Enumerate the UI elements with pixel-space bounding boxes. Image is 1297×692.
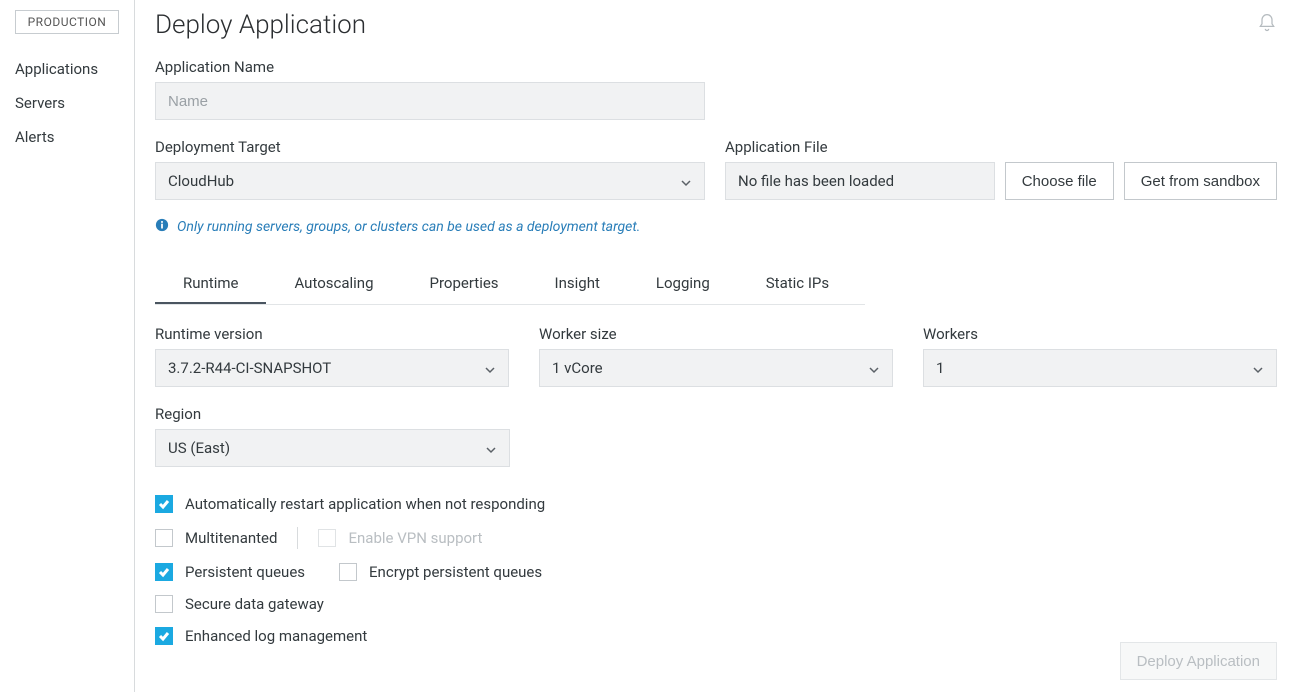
- region-select[interactable]: US (East): [155, 429, 510, 467]
- encrypt-queues-checkbox[interactable]: [339, 563, 357, 581]
- info-text: Only running servers, groups, or cluster…: [177, 219, 640, 235]
- secure-gateway-label: Secure data gateway: [185, 595, 324, 613]
- region-label: Region: [155, 405, 510, 423]
- bell-icon[interactable]: [1257, 13, 1277, 37]
- sidebar: PRODUCTION Applications Servers Alerts: [0, 0, 135, 692]
- tab-static-ips[interactable]: Static IPs: [738, 264, 857, 304]
- deploy-application-button[interactable]: Deploy Application: [1120, 642, 1277, 680]
- get-from-sandbox-button[interactable]: Get from sandbox: [1124, 162, 1277, 200]
- chevron-down-icon: [1252, 362, 1264, 374]
- app-name-label: Application Name: [155, 58, 1277, 76]
- choose-file-button[interactable]: Choose file: [1005, 162, 1114, 200]
- worker-size-select[interactable]: 1 vCore: [539, 349, 893, 387]
- persistent-queues-label: Persistent queues: [185, 563, 305, 581]
- tab-logging[interactable]: Logging: [628, 264, 738, 304]
- auto-restart-checkbox[interactable]: [155, 495, 173, 513]
- separator: [297, 527, 298, 549]
- workers-select[interactable]: 1: [923, 349, 1277, 387]
- app-file-label: Application File: [725, 138, 1277, 156]
- runtime-version-label: Runtime version: [155, 325, 509, 343]
- workers-value: 1: [936, 359, 944, 377]
- tab-insight[interactable]: Insight: [527, 264, 628, 304]
- multitenanted-checkbox[interactable]: [155, 529, 173, 547]
- tab-runtime[interactable]: Runtime: [155, 264, 266, 304]
- region-value: US (East): [168, 439, 230, 457]
- info-icon: [155, 218, 169, 236]
- chevron-down-icon: [485, 442, 497, 454]
- main-content: Deploy Application Application Name Depl…: [135, 0, 1297, 692]
- environment-badge[interactable]: PRODUCTION: [15, 10, 119, 34]
- chevron-down-icon: [680, 175, 692, 187]
- persistent-queues-checkbox[interactable]: [155, 563, 173, 581]
- encrypt-queues-label: Encrypt persistent queues: [369, 563, 542, 581]
- deploy-target-label: Deployment Target: [155, 138, 705, 156]
- vpn-label: Enable VPN support: [348, 529, 482, 547]
- chevron-down-icon: [868, 362, 880, 374]
- sidebar-item-alerts[interactable]: Alerts: [15, 120, 119, 154]
- workers-label: Workers: [923, 325, 1277, 343]
- vpn-checkbox: [318, 529, 336, 547]
- deploy-target-value: CloudHub: [168, 172, 234, 190]
- chevron-down-icon: [484, 362, 496, 374]
- app-file-box: No file has been loaded: [725, 162, 995, 200]
- deploy-target-select[interactable]: CloudHub: [155, 162, 705, 200]
- tab-properties[interactable]: Properties: [402, 264, 527, 304]
- enhanced-log-label: Enhanced log management: [185, 627, 367, 645]
- app-name-input[interactable]: [155, 82, 705, 120]
- multitenanted-label: Multitenanted: [185, 529, 277, 547]
- worker-size-value: 1 vCore: [552, 359, 603, 377]
- page-title: Deploy Application: [155, 10, 366, 40]
- sidebar-item-servers[interactable]: Servers: [15, 86, 119, 120]
- app-file-value: No file has been loaded: [738, 172, 894, 190]
- runtime-version-select[interactable]: 3.7.2-R44-CI-SNAPSHOT: [155, 349, 509, 387]
- tab-autoscaling[interactable]: Autoscaling: [266, 264, 401, 304]
- deploy-target-info: Only running servers, groups, or cluster…: [155, 218, 1277, 236]
- sidebar-item-applications[interactable]: Applications: [15, 52, 119, 86]
- tabs: Runtime Autoscaling Properties Insight L…: [155, 264, 865, 305]
- auto-restart-label: Automatically restart application when n…: [185, 495, 545, 513]
- enhanced-log-checkbox[interactable]: [155, 627, 173, 645]
- worker-size-label: Worker size: [539, 325, 893, 343]
- secure-gateway-checkbox[interactable]: [155, 595, 173, 613]
- runtime-version-value: 3.7.2-R44-CI-SNAPSHOT: [168, 359, 331, 377]
